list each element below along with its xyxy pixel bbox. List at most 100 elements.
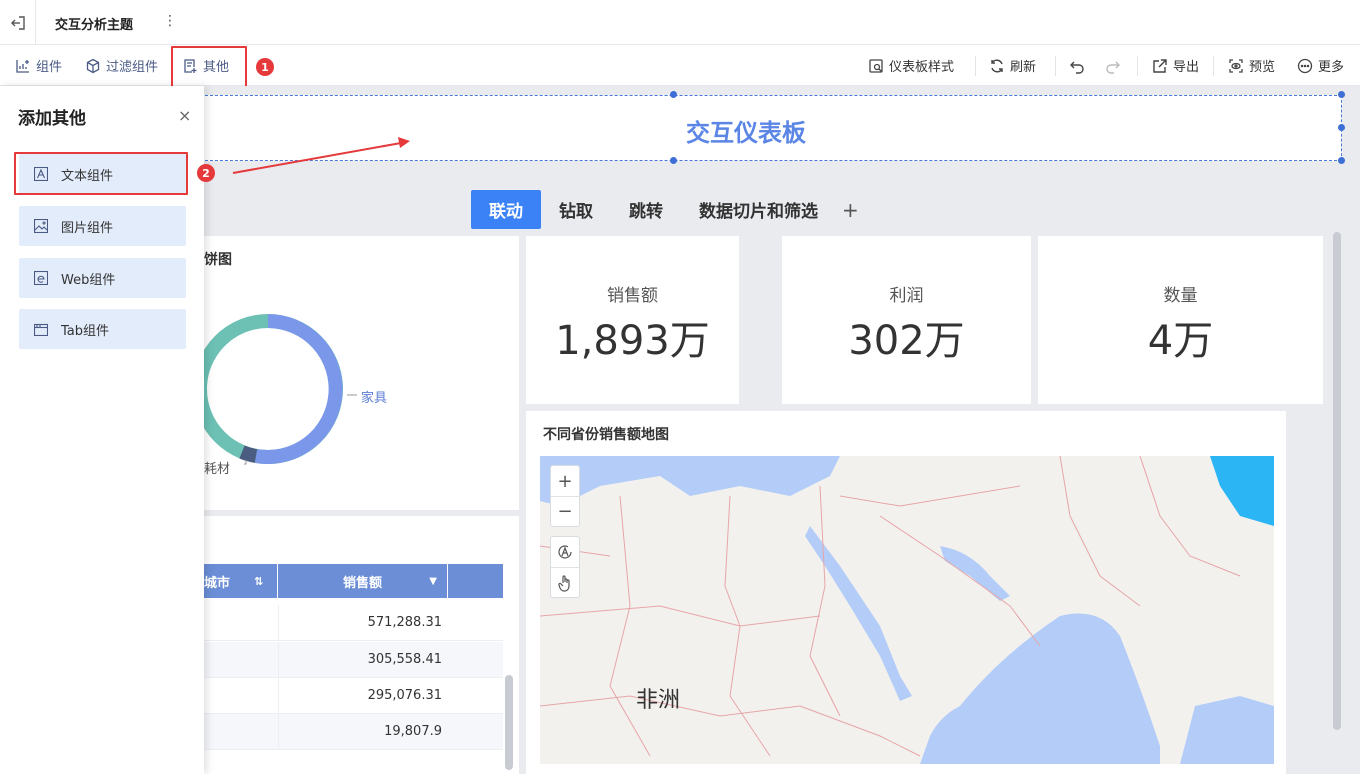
- more-icon: [1297, 58, 1313, 73]
- web-widget-item[interactable]: Web组件: [19, 258, 186, 298]
- toolbar-divider: [1137, 56, 1138, 76]
- chart-add-icon: [16, 59, 29, 73]
- zoom-out-icon[interactable]: −: [551, 496, 579, 526]
- exit-icon[interactable]: [0, 0, 36, 45]
- resize-handle[interactable]: [1338, 91, 1345, 98]
- cell-sales: 19,807.9: [384, 724, 442, 739]
- tab-slice-filter[interactable]: 数据切片和筛选: [681, 190, 836, 229]
- text-widget-icon: [34, 167, 48, 181]
- refresh-button[interactable]: 刷新: [989, 45, 1036, 86]
- kpi-card-profit[interactable]: 利润 302万: [782, 236, 1031, 404]
- map-title: 不同省份销售额地图: [543, 427, 669, 443]
- kpi-label: 利润: [889, 286, 924, 306]
- undo-icon[interactable]: [1069, 45, 1085, 86]
- other-component-button[interactable]: 其他: [182, 45, 229, 86]
- preview-button[interactable]: 预览: [1228, 45, 1275, 86]
- more-button[interactable]: 更多: [1297, 45, 1344, 86]
- add-other-panel: 添加其他 × 文本组件 图片组件 Web组件 Tab组件: [0, 86, 204, 774]
- more-label: 更多: [1318, 60, 1345, 75]
- export-icon: [1153, 58, 1167, 73]
- toolbar-divider: [1213, 56, 1214, 76]
- resize-handle[interactable]: [670, 91, 677, 98]
- panel-title: 添加其他: [18, 109, 86, 129]
- cell-sales: 305,558.41: [367, 652, 442, 667]
- text-widget-item[interactable]: 文本组件: [19, 154, 186, 194]
- dashboard-style-label: 仪表板样式: [889, 60, 955, 75]
- column-header-sales[interactable]: 销售额 ▼: [278, 564, 448, 598]
- zoom-in-icon[interactable]: +: [551, 466, 579, 496]
- toolbar: 组件 过滤组件 其他 仪表板样式 刷新 导出 预览 更多: [0, 45, 1360, 86]
- export-button[interactable]: 导出: [1152, 45, 1199, 86]
- canvas-scrollbar[interactable]: [1333, 232, 1341, 730]
- style-icon: [869, 58, 883, 73]
- toolbar-divider: [1055, 56, 1056, 76]
- kpi-value: 4万: [1147, 318, 1214, 364]
- filter-component-button[interactable]: 过滤组件: [85, 45, 158, 86]
- map-view[interactable]: 非洲: [540, 456, 1274, 764]
- pie-chart-card[interactable]: 饼图 家具 耗材: [190, 236, 519, 510]
- tab-widget-item[interactable]: Tab组件: [19, 309, 186, 349]
- web-widget-icon: [34, 271, 48, 285]
- preview-icon: [1229, 58, 1243, 73]
- step-badge-2: 2: [197, 164, 215, 182]
- redo-icon[interactable]: [1105, 45, 1121, 86]
- column-header-empty: [448, 564, 503, 598]
- filter-cube-icon: [86, 58, 100, 73]
- donut-chart: [193, 314, 357, 465]
- dashboard-tabs: 联动 钻取 跳转 数据切片和筛选 +: [471, 190, 865, 229]
- donut-rings: [193, 314, 343, 464]
- column-sales-label: 销售额: [342, 575, 382, 591]
- kpi-card-quantity[interactable]: 数量 4万: [1038, 236, 1323, 404]
- kpi-label: 数量: [1163, 286, 1198, 306]
- resize-handle[interactable]: [670, 157, 677, 164]
- top-bar: 交互分析主题 ⋮: [0, 0, 1360, 45]
- kpi-label: 销售额: [607, 286, 658, 306]
- image-widget-icon: [34, 219, 48, 233]
- table-row[interactable]: 305,558.41: [190, 642, 503, 678]
- other-component-label: 其他: [203, 60, 230, 75]
- tab-jump[interactable]: 跳转: [611, 190, 681, 229]
- close-icon[interactable]: ×: [178, 106, 191, 125]
- table-header: 城市 ⇅ 销售额 ▼: [190, 564, 503, 598]
- pie-label-furniture: 家具: [361, 391, 388, 406]
- kebab-icon[interactable]: ⋮: [163, 13, 177, 29]
- kpi-value: 302万: [848, 318, 965, 364]
- pie-label-consumables: 耗材: [204, 462, 231, 477]
- cell-sales: 295,076.31: [367, 688, 442, 703]
- dashboard-style-button[interactable]: 仪表板样式: [868, 45, 954, 86]
- table-row[interactable]: 571,288.31: [190, 605, 503, 641]
- table-scrollbar[interactable]: [505, 675, 513, 770]
- kpi-card-sales[interactable]: 销售额 1,893万: [526, 236, 739, 404]
- table-row[interactable]: 295,076.31: [190, 678, 503, 714]
- tab-widget-label: Tab组件: [61, 323, 110, 339]
- image-widget-label: 图片组件: [61, 220, 114, 236]
- compass-icon[interactable]: [551, 537, 579, 567]
- resize-handle[interactable]: [1338, 124, 1345, 131]
- map-region-label: 非洲: [636, 688, 681, 713]
- kpi-value: 1,893万: [555, 318, 710, 364]
- resize-handle[interactable]: [1338, 157, 1345, 164]
- dashboard-title: 交互仪表板: [686, 119, 806, 147]
- map-tool-control: [550, 536, 580, 598]
- refresh-label: 刷新: [1010, 60, 1037, 75]
- add-component-label: 组件: [36, 60, 63, 75]
- tab-drill[interactable]: 钻取: [541, 190, 611, 229]
- add-tab-icon[interactable]: +: [836, 198, 865, 222]
- refresh-icon: [991, 59, 1003, 72]
- hand-pan-icon[interactable]: [551, 567, 579, 597]
- toolbar-divider: [975, 56, 976, 76]
- cell-sales: 571,288.31: [367, 615, 442, 630]
- map-geography: [540, 456, 1274, 764]
- add-component-button[interactable]: 组件: [15, 45, 62, 86]
- tab-linkage[interactable]: 联动: [471, 190, 541, 229]
- sort-icon[interactable]: ⇅: [254, 575, 263, 588]
- column-city-label: 城市: [204, 575, 231, 591]
- table-row[interactable]: 19,807.9: [190, 714, 503, 750]
- image-widget-item[interactable]: 图片组件: [19, 206, 186, 246]
- text-widget-label: 文本组件: [61, 168, 114, 184]
- title-text-component[interactable]: 交互仪表板: [150, 95, 1342, 161]
- caret-down-icon[interactable]: ▼: [429, 576, 437, 587]
- step-badge-1: 1: [256, 58, 274, 76]
- filter-component-label: 过滤组件: [106, 60, 159, 75]
- page-title: 交互分析主题: [55, 18, 134, 33]
